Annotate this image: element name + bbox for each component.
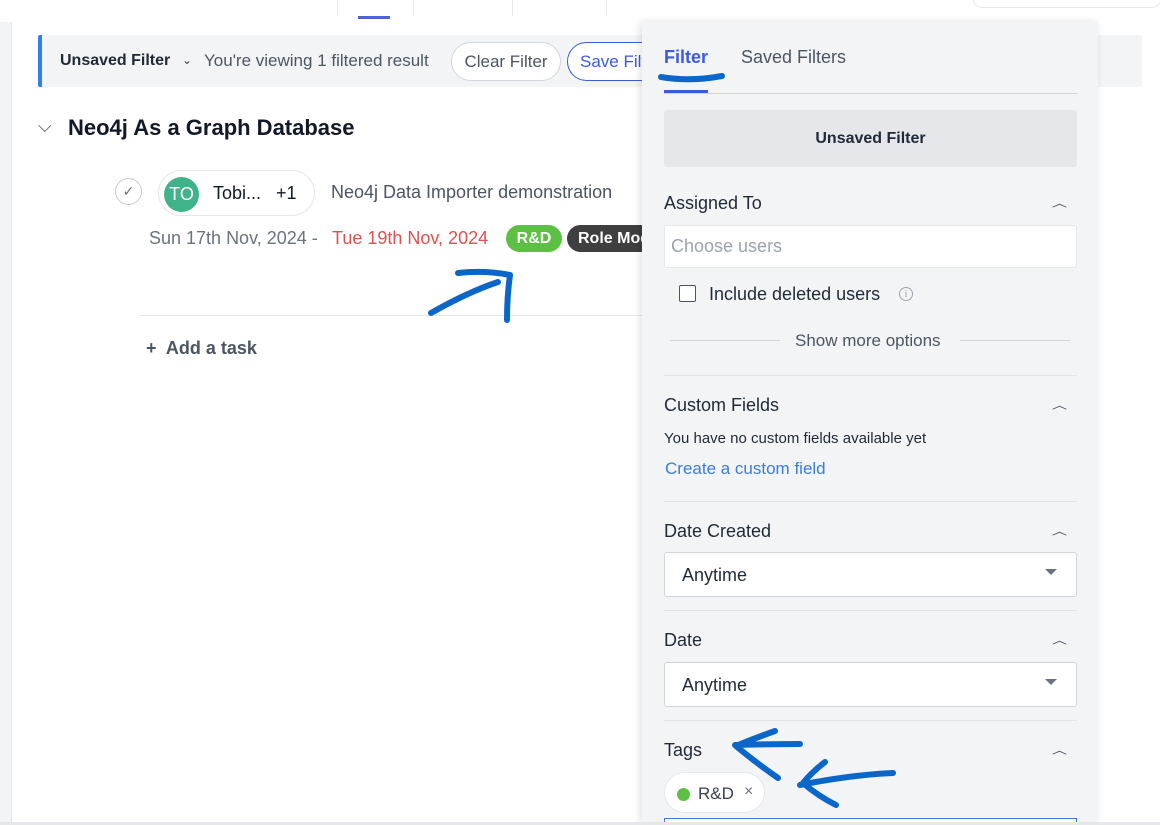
assignee-more-count: +1	[276, 183, 297, 203]
collapse-chevron-icon[interactable]: ︿	[1052, 195, 1067, 210]
tabs-divider	[664, 93, 1077, 94]
sidebar-divider	[11, 22, 12, 825]
date-created-title: Date Created	[664, 521, 772, 541]
show-more-options-button[interactable]: Show more options	[795, 331, 941, 351]
collapse-chevron-icon[interactable]: ︿	[1052, 523, 1067, 538]
checkmark-icon: ✓	[122, 183, 135, 199]
add-task-button[interactable]: + Add a task	[146, 338, 257, 359]
collapse-chevron-icon[interactable]: ︿	[1052, 397, 1067, 412]
collapse-chevron-icon[interactable]: ︿	[1052, 742, 1067, 757]
assignee-pill[interactable]: TO Tobi... +1	[158, 170, 315, 216]
nav-divider	[337, 0, 338, 16]
chevron-down-icon[interactable]: ⌄	[182, 53, 192, 67]
choose-users-input[interactable]	[664, 225, 1077, 268]
tag-rd[interactable]: R&D	[506, 225, 562, 252]
assignee-name: Tobi...	[213, 183, 262, 203]
filter-name[interactable]: Unsaved Filter	[60, 52, 170, 70]
include-deleted-checkbox[interactable]	[679, 285, 696, 302]
group-title: Neo4j As a Graph Database	[68, 115, 355, 140]
tags-title: Tags	[664, 740, 703, 760]
active-nav-indicator	[358, 16, 390, 19]
custom-fields-title: Custom Fields	[664, 395, 780, 415]
avatar: TO	[164, 177, 199, 212]
divider-line	[670, 340, 780, 341]
task-title[interactable]: Neo4j Data Importer demonstration	[331, 182, 612, 203]
assigned-to-title: Assigned To	[664, 193, 762, 213]
nav-divider	[606, 0, 607, 16]
close-icon[interactable]: ×	[744, 783, 753, 801]
date-created-value: Anytime	[682, 565, 748, 585]
date-title: Date	[664, 630, 703, 650]
clear-filter-button[interactable]: Clear Filter	[451, 42, 561, 81]
custom-fields-note: You have no custom fields available yet	[664, 430, 927, 447]
search-box[interactable]	[972, 0, 1160, 8]
create-custom-field-link[interactable]: Create a custom field	[665, 459, 826, 479]
tab-filter[interactable]: Filter	[664, 47, 708, 68]
left-sidebar-edge	[0, 22, 12, 825]
selected-tag-label: R&D	[698, 784, 734, 803]
task-due-date: Tue 19th Nov, 2024	[332, 228, 489, 248]
include-deleted-label: Include deleted users	[709, 284, 881, 304]
info-icon: i	[899, 287, 913, 301]
section-divider	[664, 610, 1077, 611]
section-divider	[664, 720, 1077, 721]
plus-icon: +	[146, 338, 157, 358]
task-divider	[140, 315, 645, 316]
add-task-label: Add a task	[165, 338, 257, 358]
dropdown-arrow-icon	[1045, 569, 1057, 575]
collapse-chevron-icon[interactable]: ︿	[1052, 632, 1067, 647]
date-select[interactable]: Anytime	[664, 662, 1077, 707]
dropdown-arrow-icon	[1045, 679, 1057, 685]
saved-filter-name: Unsaved Filter	[664, 110, 1077, 167]
nav-divider	[413, 0, 414, 16]
tab-saved-filters[interactable]: Saved Filters	[741, 47, 846, 68]
collapse-chevron-icon[interactable]: ⌵	[38, 116, 52, 137]
top-nav-strip	[0, 0, 1160, 22]
section-divider	[664, 375, 1077, 376]
filter-result-info: You're viewing 1 filtered result	[204, 51, 429, 70]
complete-task-checkbox[interactable]: ✓	[115, 178, 142, 205]
tag-color-dot	[677, 788, 690, 801]
date-created-select[interactable]: Anytime	[664, 552, 1077, 597]
annotation-arrow-up	[428, 268, 513, 323]
date-value: Anytime	[682, 675, 748, 695]
filter-panel: Filter Saved Filters Unsaved Filter Assi…	[642, 22, 1098, 825]
nav-divider	[512, 0, 513, 16]
selected-tag-chip: R&D ×	[664, 772, 765, 813]
task-start-date: Sun 17th Nov, 2024 -	[149, 228, 318, 248]
section-divider	[664, 501, 1077, 502]
divider-line	[960, 340, 1070, 341]
